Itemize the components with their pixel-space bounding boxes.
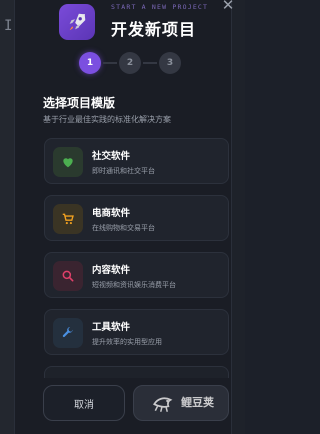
backdrop-left-panel: I bbox=[0, 0, 14, 434]
modal-title: 开发新项目 bbox=[111, 20, 197, 39]
template-card-partial[interactable] bbox=[44, 366, 229, 378]
close-icon[interactable]: ✕ bbox=[221, 0, 235, 13]
section-description: 基于行业最佳实践的标准化解决方案 bbox=[43, 115, 171, 124]
template-description: 短视频和资讯娱乐消费平台 bbox=[92, 281, 176, 289]
template-description: 即时通讯和社交平台 bbox=[92, 167, 155, 175]
new-project-modal: START A NEW PROJECT 开发新项目 ✕ 1 2 3 选择项目模版… bbox=[14, 0, 235, 434]
search-icon bbox=[53, 261, 83, 291]
step-connector bbox=[103, 62, 117, 64]
template-description: 在线购物和交易平台 bbox=[92, 224, 155, 232]
backdrop-right-panel bbox=[231, 0, 245, 434]
template-card-tools[interactable]: 工具软件 提升效率的实用型应用 bbox=[44, 309, 229, 355]
section-title: 选择项目模版 bbox=[43, 96, 116, 110]
cancel-button[interactable]: 取消 bbox=[43, 385, 125, 421]
heart-icon bbox=[53, 147, 83, 177]
step-1: 1 bbox=[79, 52, 101, 74]
template-card-ecommerce[interactable]: 电商软件 在线购物和交易平台 bbox=[44, 195, 229, 241]
template-name: 社交软件 bbox=[92, 151, 131, 162]
wrench-icon bbox=[53, 318, 83, 348]
watermark-logo-icon bbox=[153, 397, 173, 412]
template-card-content[interactable]: 内容软件 短视频和资讯娱乐消费平台 bbox=[44, 252, 229, 298]
template-name: 内容软件 bbox=[92, 265, 131, 276]
step-indicator: 1 2 3 bbox=[79, 52, 189, 76]
backdrop-ghost-text: I bbox=[4, 18, 13, 34]
template-name: 工具软件 bbox=[92, 322, 131, 333]
cart-icon bbox=[53, 204, 83, 234]
template-name: 电商软件 bbox=[92, 208, 131, 219]
step-connector bbox=[143, 62, 157, 64]
step-3: 3 bbox=[159, 52, 181, 74]
watermark: 鲤豆荚 bbox=[151, 382, 251, 422]
template-description: 提升效率的实用型应用 bbox=[92, 338, 162, 346]
step-2: 2 bbox=[119, 52, 141, 74]
modal-subtitle: START A NEW PROJECT bbox=[111, 3, 209, 11]
watermark-text: 鲤豆荚 bbox=[181, 396, 214, 409]
template-card-social[interactable]: 社交软件 即时通讯和社交平台 bbox=[44, 138, 229, 184]
rocket-icon bbox=[59, 4, 95, 40]
